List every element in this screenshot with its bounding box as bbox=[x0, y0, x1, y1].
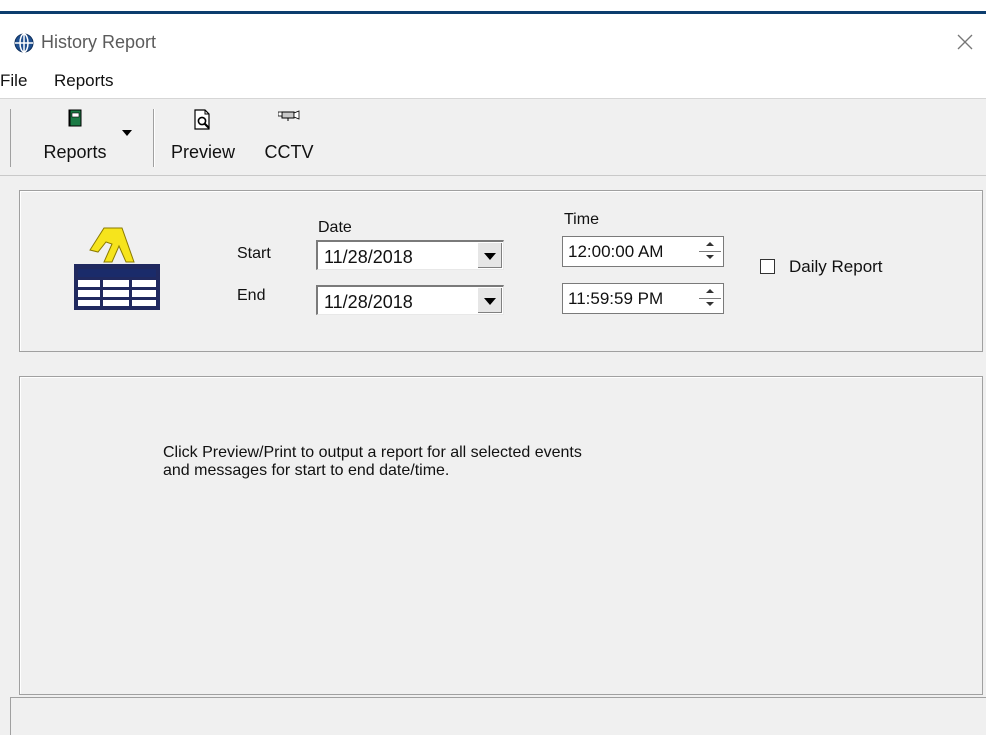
print-preview-icon bbox=[193, 109, 213, 136]
end-label: End bbox=[237, 287, 266, 304]
message-panel bbox=[19, 376, 983, 695]
instruction-line-2: and messages for start to end date/time. bbox=[163, 462, 450, 479]
end-date-dropdown-button[interactable] bbox=[477, 288, 502, 313]
menu-reports[interactable]: Reports bbox=[54, 71, 114, 91]
report-figure-icon bbox=[68, 222, 164, 318]
chevron-up-icon bbox=[706, 242, 714, 246]
window-top-edge bbox=[0, 0, 986, 14]
start-label: Start bbox=[237, 245, 271, 262]
reports-dropdown-arrow[interactable] bbox=[122, 130, 132, 136]
close-icon bbox=[957, 34, 973, 50]
status-bar bbox=[10, 697, 986, 735]
menu-file[interactable]: File bbox=[0, 71, 27, 91]
preview-toolbar-button[interactable]: Preview bbox=[161, 105, 245, 169]
menu-bar: File Reports bbox=[0, 66, 986, 99]
start-date-dropdown-button[interactable] bbox=[477, 243, 502, 268]
book-icon bbox=[67, 109, 83, 132]
window-title: History Report bbox=[41, 32, 157, 52]
cctv-toolbar-label: CCTV bbox=[264, 142, 314, 162]
title-bar: History Report bbox=[0, 14, 986, 66]
toolbar: Reports Preview CCTV bbox=[0, 99, 986, 176]
end-date-picker[interactable]: 11/28/2018 bbox=[316, 285, 504, 315]
instruction-line-1: Click Preview/Print to output a report f… bbox=[163, 444, 582, 461]
start-time-increment[interactable] bbox=[699, 238, 721, 251]
daily-report-label[interactable]: Daily Report bbox=[789, 257, 883, 277]
chevron-down-icon bbox=[706, 302, 714, 306]
camera-icon bbox=[277, 109, 300, 128]
date-column-header: Date bbox=[318, 219, 352, 236]
end-date-value: 11/28/2018 bbox=[324, 292, 413, 312]
start-date-picker[interactable]: 11/28/2018 bbox=[316, 240, 504, 270]
start-time-decrement[interactable] bbox=[699, 251, 721, 265]
end-time-value: 11:59:59 PM bbox=[568, 289, 664, 308]
reports-toolbar-button[interactable]: Reports bbox=[32, 105, 118, 169]
time-column-header: Time bbox=[564, 211, 599, 228]
close-button[interactable] bbox=[948, 26, 982, 58]
start-date-value: 11/28/2018 bbox=[324, 247, 413, 267]
toolbar-separator bbox=[153, 109, 154, 167]
start-time-spinner[interactable]: 12:00:00 AM bbox=[562, 236, 724, 267]
end-time-decrement[interactable] bbox=[699, 298, 721, 312]
chevron-down-icon bbox=[484, 298, 496, 305]
toolbar-grip bbox=[10, 109, 11, 167]
end-time-spinner[interactable]: 11:59:59 PM bbox=[562, 283, 724, 314]
chevron-down-icon bbox=[484, 253, 496, 260]
chevron-up-icon bbox=[706, 289, 714, 293]
reports-toolbar-label: Reports bbox=[43, 142, 107, 162]
start-time-value: 12:00:00 AM bbox=[568, 242, 664, 261]
globe-icon bbox=[14, 33, 34, 53]
end-time-increment[interactable] bbox=[699, 285, 721, 298]
cctv-toolbar-button[interactable]: CCTV bbox=[257, 105, 321, 169]
daily-report-checkbox[interactable] bbox=[760, 259, 775, 274]
chevron-down-icon bbox=[706, 255, 714, 259]
preview-toolbar-label: Preview bbox=[170, 142, 236, 162]
